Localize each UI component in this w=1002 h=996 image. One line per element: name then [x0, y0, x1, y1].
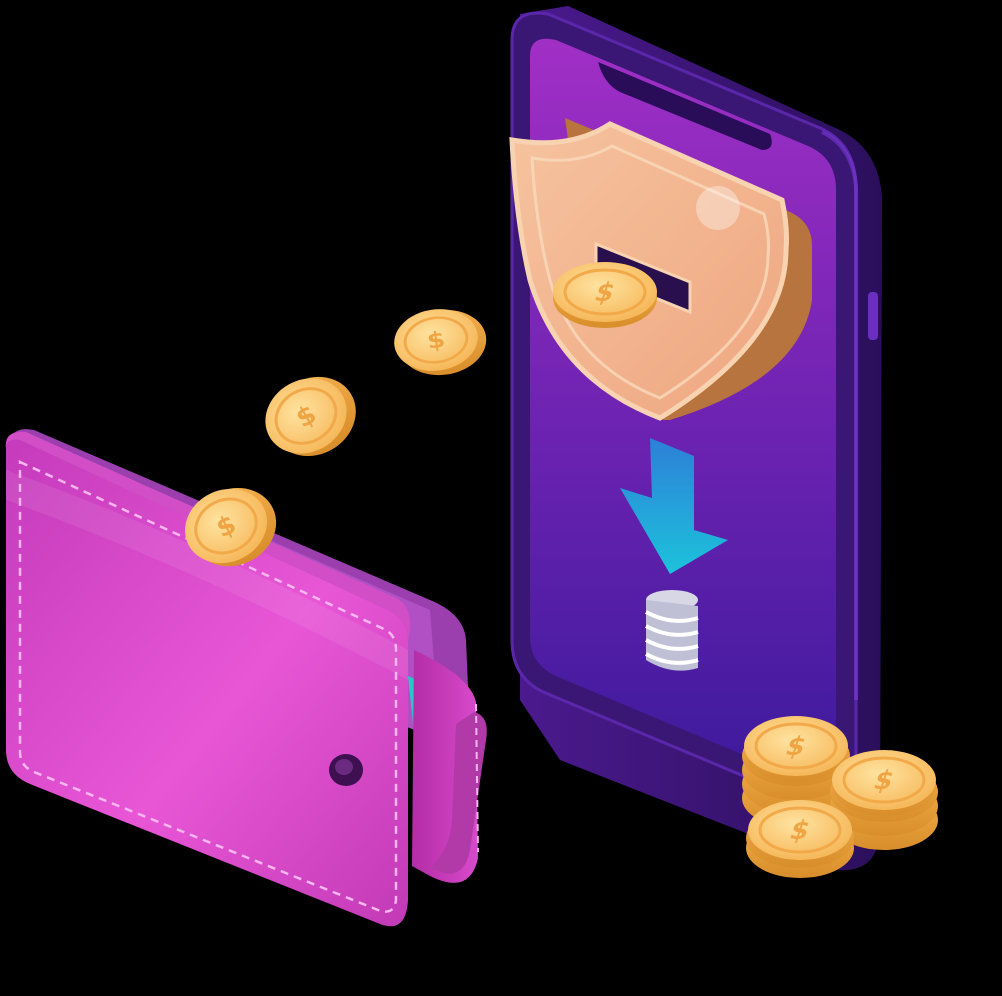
dollar-coin-icon: [551, 260, 659, 330]
dollar-coin-icon: [388, 301, 492, 383]
coin-pile: [742, 714, 938, 878]
dollar-coin-icon: [250, 358, 372, 475]
illustration-scene: $ $: [0, 0, 1002, 996]
wallet-to-phone-illustration: $ $: [5, 6, 938, 927]
coin-stack-icon: [645, 590, 699, 671]
